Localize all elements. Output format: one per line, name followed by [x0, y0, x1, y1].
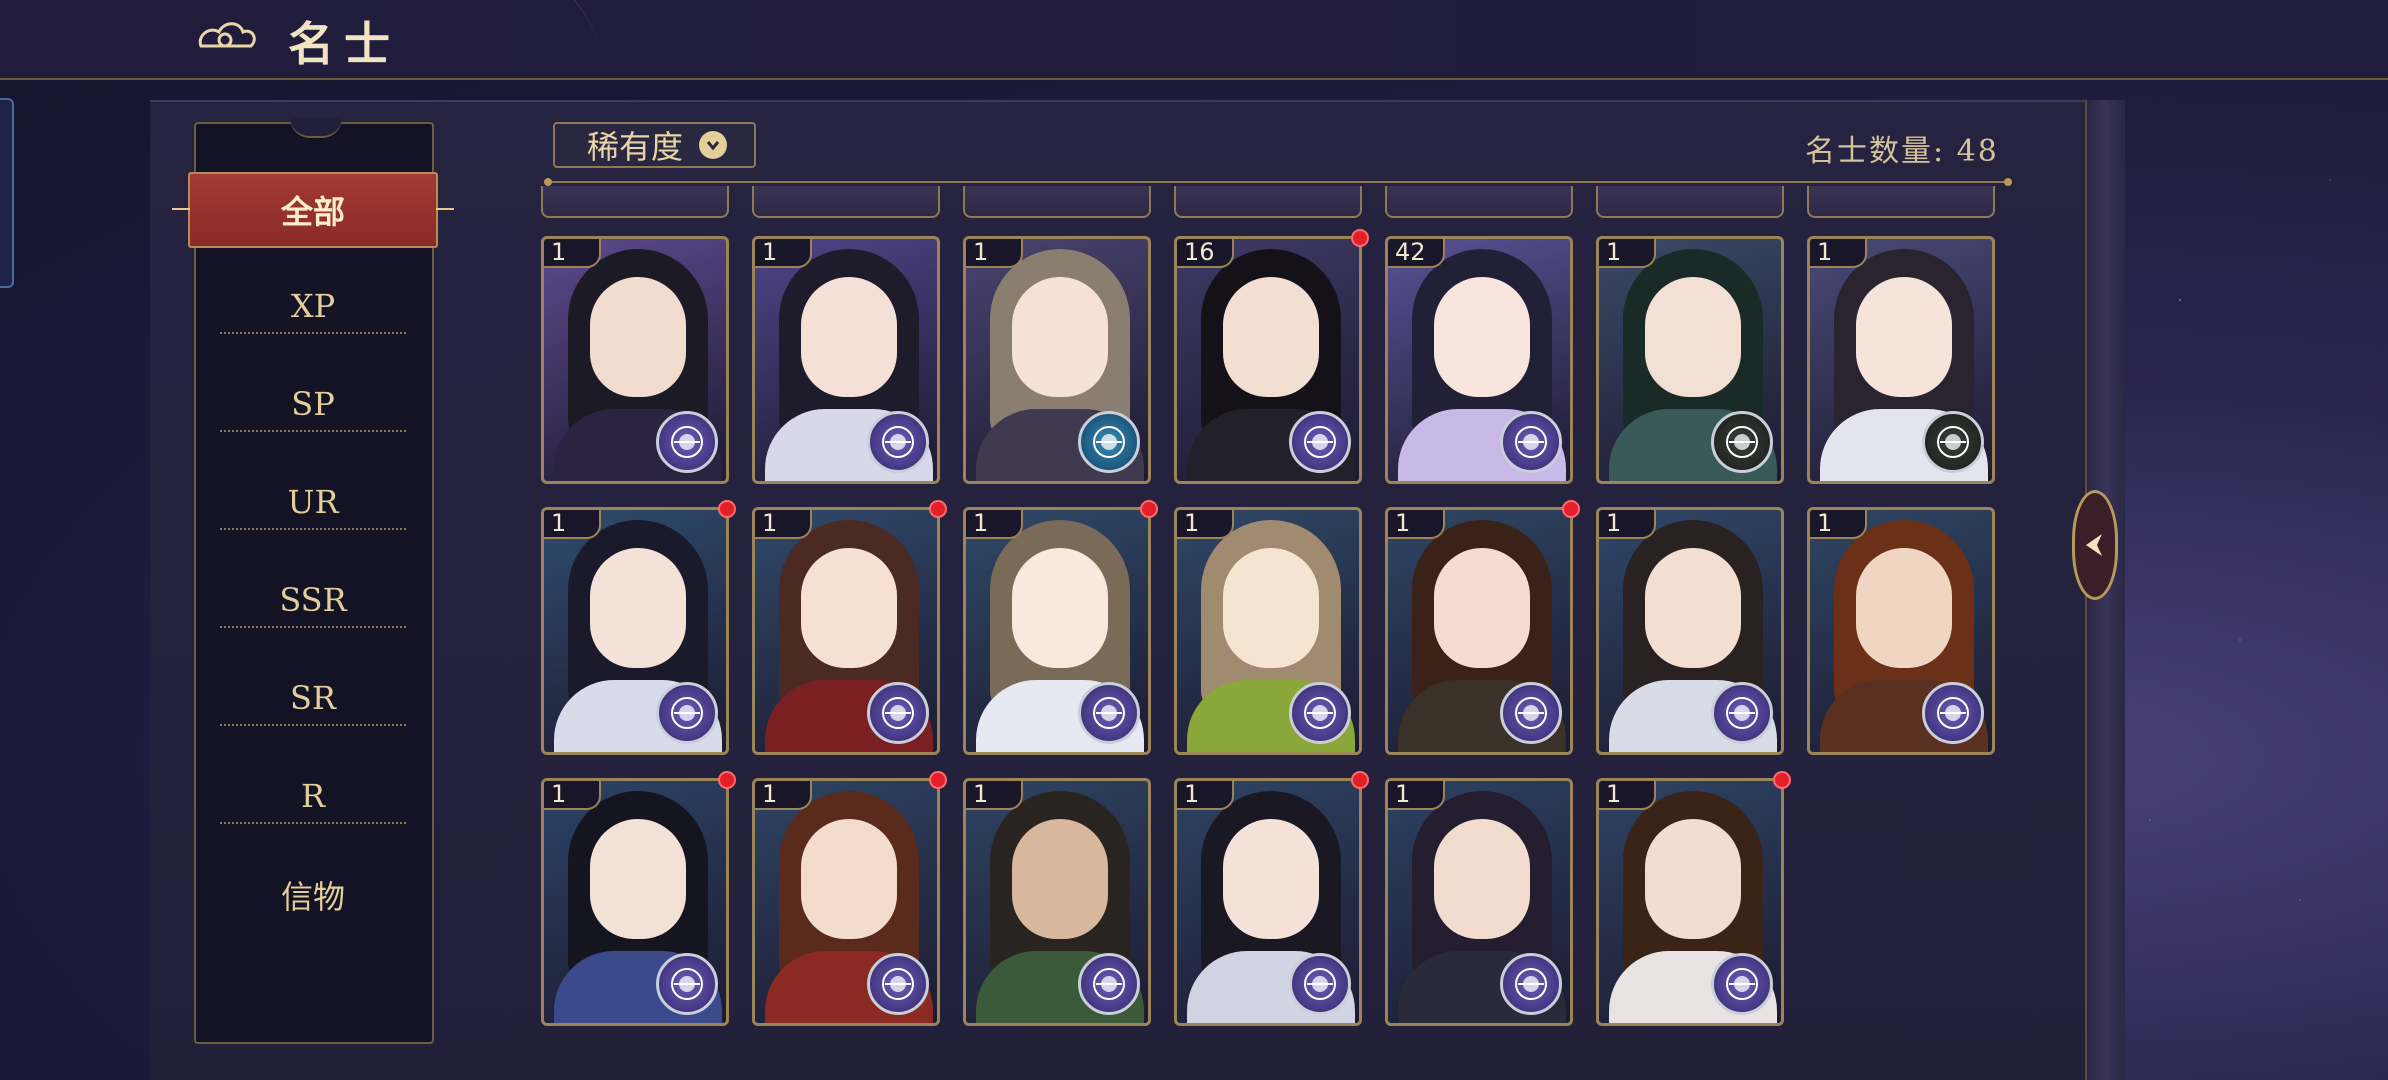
hero-level-badge: 1: [966, 510, 1023, 539]
page-title: 名士: [288, 17, 400, 71]
hero-level-badge: 1: [755, 510, 812, 539]
hero-card[interactable]: 1: [1807, 507, 1995, 755]
hero-card[interactable]: 1: [541, 236, 729, 484]
rarity-filter-label: 稀有度: [587, 128, 684, 166]
hero-level-badge: 1: [544, 510, 601, 539]
category-tab-ssr[interactable]: SSR: [220, 574, 406, 628]
hero-card[interactable]: 1: [1596, 778, 1784, 1026]
grid-top-divider: [544, 178, 2012, 186]
hero-level-badge: 1: [1810, 239, 1867, 268]
notification-dot: [718, 500, 736, 518]
partial-card[interactable]: [752, 186, 940, 218]
category-tab-r[interactable]: R: [220, 770, 406, 824]
hero-card[interactable]: 1: [752, 778, 940, 1026]
faction-emblem-icon: [867, 411, 929, 473]
category-tab-keepsake[interactable]: 信物: [220, 868, 406, 922]
faction-emblem-icon: [1711, 953, 1773, 1015]
partial-card[interactable]: [541, 186, 729, 218]
hero-level-badge: 42: [1388, 239, 1445, 268]
hero-level-badge: 1: [966, 239, 1023, 268]
partial-card[interactable]: [1174, 186, 1362, 218]
notification-dot: [1351, 771, 1369, 789]
rarity-filter-dropdown[interactable]: 稀有度: [553, 122, 756, 168]
side-drawer-handle[interactable]: [0, 98, 14, 288]
hero-count: 名士数量: 48: [1805, 134, 1999, 169]
category-tab-all[interactable]: 全部: [172, 172, 454, 248]
hero-card[interactable]: 1: [1385, 507, 1573, 755]
notification-dot: [1773, 771, 1791, 789]
hero-level-badge: 1: [1388, 510, 1445, 539]
hero-level-badge: 16: [1177, 239, 1234, 268]
hero-card[interactable]: 1: [1807, 236, 1995, 484]
faction-emblem-icon: [1289, 411, 1351, 473]
hero-level-badge: 1: [755, 781, 812, 810]
partial-card[interactable]: [1596, 186, 1784, 218]
faction-emblem-icon: [867, 682, 929, 744]
hero-card[interactable]: 1: [541, 507, 729, 755]
hero-card[interactable]: 1: [1596, 236, 1784, 484]
hero-card[interactable]: 1: [1385, 778, 1573, 1026]
faction-emblem-icon: [1711, 682, 1773, 744]
collapse-panel-button[interactable]: [2072, 490, 2118, 600]
notification-dot: [1351, 229, 1369, 247]
faction-emblem-icon: [1711, 411, 1773, 473]
hero-card[interactable]: 1: [963, 507, 1151, 755]
faction-emblem-icon: [656, 953, 718, 1015]
arrow-left-icon: [2086, 534, 2102, 556]
notification-dot: [1562, 500, 1580, 518]
category-tab-ur[interactable]: UR: [220, 476, 406, 530]
category-tab-sp[interactable]: SP: [220, 378, 406, 432]
hero-level-badge: 1: [1388, 781, 1445, 810]
hero-level-badge: 1: [1599, 781, 1656, 810]
hero-level-badge: 1: [1177, 510, 1234, 539]
hero-level-badge: 1: [544, 781, 601, 810]
faction-emblem-icon: [1289, 953, 1351, 1015]
chevron-down-icon: [699, 131, 728, 159]
hero-card[interactable]: 16: [1174, 236, 1362, 484]
hero-card[interactable]: 42: [1385, 236, 1573, 484]
hero-card[interactable]: 1: [1174, 507, 1362, 755]
hero-card[interactable]: 1: [1174, 778, 1362, 1026]
hero-card[interactable]: 1: [752, 236, 940, 484]
hero-level-badge: 1: [544, 239, 601, 268]
top-bar: 名士: [0, 0, 2388, 106]
notification-dot: [1140, 500, 1158, 518]
hero-card[interactable]: 1: [963, 778, 1151, 1026]
partial-card[interactable]: [1807, 186, 1995, 218]
hero-card[interactable]: 1: [963, 236, 1151, 484]
faction-emblem-icon: [656, 411, 718, 473]
faction-emblem-icon: [1922, 682, 1984, 744]
hero-level-badge: 1: [966, 781, 1023, 810]
partial-card[interactable]: [963, 186, 1151, 218]
hero-level-badge: 1: [1177, 781, 1234, 810]
faction-emblem-icon: [1500, 953, 1562, 1015]
faction-emblem-icon: [867, 953, 929, 1015]
hero-level-badge: 1: [1810, 510, 1867, 539]
cloud-swirl-icon: [198, 22, 256, 48]
faction-emblem-icon: [1078, 953, 1140, 1015]
faction-emblem-icon: [1922, 411, 1984, 473]
hero-card[interactable]: 1: [541, 778, 729, 1026]
faction-emblem-icon: [1078, 682, 1140, 744]
hero-level-badge: 1: [755, 239, 812, 268]
hero-card[interactable]: 1: [752, 507, 940, 755]
partial-card[interactable]: [1385, 186, 1573, 218]
faction-emblem-icon: [1500, 682, 1562, 744]
hero-card[interactable]: 1: [1596, 507, 1784, 755]
hero-level-badge: 1: [1599, 239, 1656, 268]
faction-emblem-icon: [1289, 682, 1351, 744]
category-tab-sr[interactable]: SR: [220, 672, 406, 726]
notification-dot: [718, 771, 736, 789]
notification-dot: [929, 771, 947, 789]
hero-level-badge: 1: [1599, 510, 1656, 539]
faction-emblem-icon: [656, 682, 718, 744]
faction-emblem-icon: [1078, 411, 1140, 473]
notification-dot: [929, 500, 947, 518]
faction-emblem-icon: [1500, 411, 1562, 473]
category-tab-xp[interactable]: XP: [220, 280, 406, 334]
